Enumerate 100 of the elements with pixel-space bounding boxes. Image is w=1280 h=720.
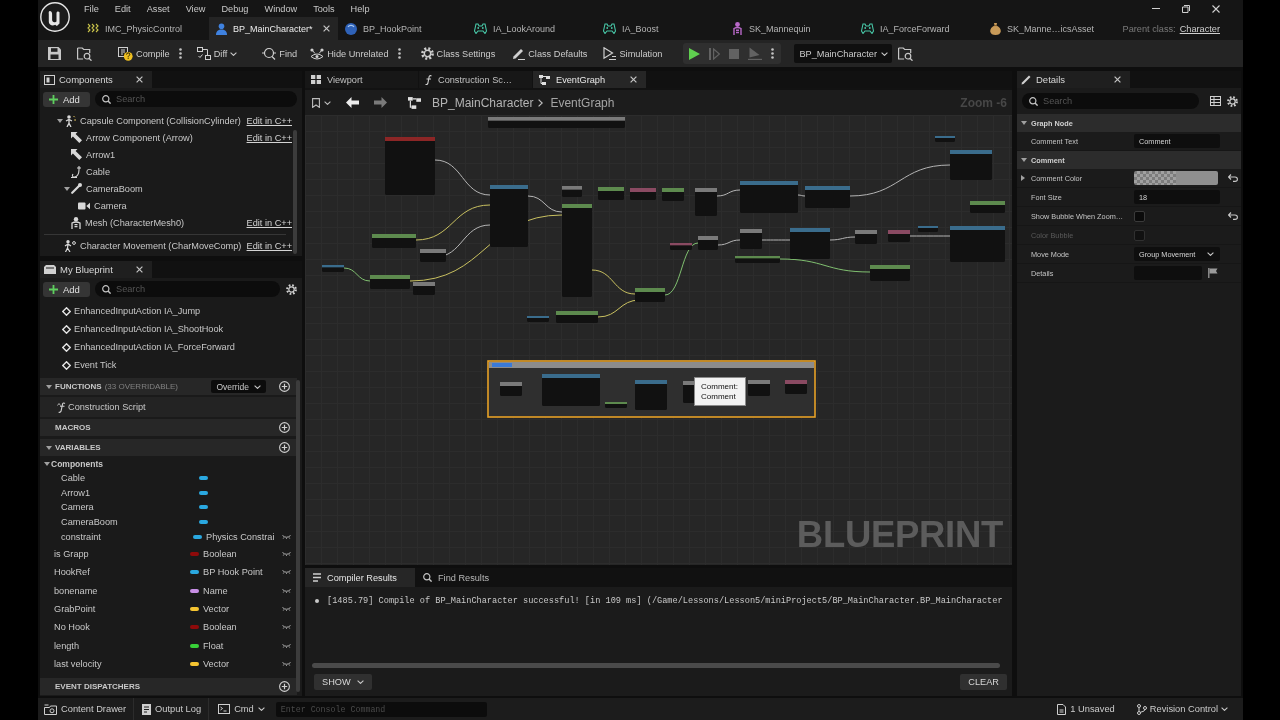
play-icon[interactable]: [689, 47, 701, 60]
override-dropdown[interactable]: Override: [211, 380, 266, 393]
show-dropdown[interactable]: SHOW: [314, 674, 372, 690]
graph-item[interactable]: EnhancedInputAction IA_ShootHook: [74, 324, 224, 334]
parent-class-link[interactable]: Character: [1179, 23, 1220, 34]
closed-eye-icon[interactable]: [282, 535, 291, 539]
variable-name[interactable]: Camera: [61, 502, 94, 513]
closed-eye-icon[interactable]: [282, 625, 291, 630]
edit-link[interactable]: Edit in C++: [246, 240, 292, 251]
edit-link[interactable]: Edit in C++: [246, 217, 292, 228]
close-icon[interactable]: [630, 76, 637, 83]
component-item[interactable]: Capsule Component (CollisionCylinder): [80, 115, 241, 126]
closed-eye-icon[interactable]: [282, 552, 291, 557]
flag-icon[interactable]: [1208, 268, 1218, 278]
triangle-down-icon[interactable]: [44, 461, 50, 466]
reset-arrow-icon[interactable]: [1228, 212, 1238, 220]
section-header[interactable]: VARIABLES: [40, 439, 297, 456]
menu-item[interactable]: Debug: [213, 0, 257, 17]
search-field[interactable]: Search: [1022, 93, 1199, 109]
search-field[interactable]: Search: [95, 91, 297, 107]
closed-eye-icon[interactable]: [282, 588, 291, 593]
document-tab[interactable]: Viewport: [305, 71, 418, 88]
close-icon[interactable]: [1212, 4, 1220, 13]
debug-object-dropdown[interactable]: BP_MainCharacter: [794, 44, 892, 63]
close-icon[interactable]: [136, 76, 143, 83]
gear-icon[interactable]: [286, 283, 297, 295]
class-defaults-button[interactable]: Class Defaults: [512, 43, 588, 64]
panel-tab[interactable]: My Blueprint: [40, 261, 152, 278]
class-settings-button[interactable]: Class Settings: [420, 43, 496, 64]
status-bar-button[interactable]: Content Drawer: [44, 698, 135, 720]
simulation-button[interactable]: Simulation: [603, 43, 663, 64]
variable-name[interactable]: bonename: [54, 585, 98, 596]
closed-eye-icon[interactable]: [282, 643, 291, 648]
caret-icon[interactable]: [324, 100, 331, 105]
menu-item[interactable]: Asset: [138, 0, 178, 17]
closed-eye-icon[interactable]: [282, 661, 291, 666]
close-icon[interactable]: [1114, 76, 1121, 83]
triangle-down-icon[interactable]: [46, 384, 52, 389]
bookmark-icon[interactable]: [312, 97, 320, 108]
folder-search-icon[interactable]: [77, 46, 92, 61]
component-item[interactable]: Camera: [94, 200, 127, 211]
breadcrumb-item[interactable]: EventGraph: [550, 95, 615, 110]
scrollbar-thumb[interactable]: [312, 663, 1000, 668]
add-button[interactable]: Add: [43, 91, 90, 107]
component-item[interactable]: Arrow1: [86, 149, 116, 160]
editor-tab[interactable]: IA_ForceForward: [854, 17, 983, 40]
closed-eye-icon[interactable]: [282, 570, 291, 575]
table-icon[interactable]: [1210, 96, 1221, 106]
close-icon[interactable]: [323, 25, 330, 32]
compile-button[interactable]: Compile: [118, 43, 170, 64]
panel-tab[interactable]: Compiler Results: [305, 568, 415, 587]
add-button[interactable]: Add: [43, 281, 90, 297]
search-field[interactable]: Search: [95, 281, 280, 297]
more-options-icon[interactable]: [397, 48, 401, 59]
panel-tab[interactable]: Components: [40, 71, 152, 88]
revision-control-button[interactable]: Revision Control: [1136, 703, 1228, 715]
save-icon[interactable]: [48, 47, 61, 60]
section-header[interactable]: MACROS: [40, 419, 297, 436]
variable-name[interactable]: CameraBoom: [61, 516, 118, 527]
add-circle-icon[interactable]: [279, 681, 290, 693]
editor-tab[interactable]: BP_HookPoint: [338, 17, 467, 40]
triangle-down-icon[interactable]: [1021, 158, 1027, 162]
add-circle-icon[interactable]: [279, 422, 290, 433]
gear-icon[interactable]: [1227, 95, 1238, 107]
panel-tab[interactable]: Find Results: [415, 568, 500, 587]
editor-tab[interactable]: SK_Manne…icsAsset: [983, 17, 1112, 40]
close-icon[interactable]: [136, 266, 143, 273]
breadcrumb-item[interactable]: BP_MainCharacter: [432, 95, 534, 110]
function-row[interactable]: Construction Script: [40, 397, 297, 417]
triangle-down-icon[interactable]: [1021, 121, 1027, 125]
status-bar-button[interactable]: Cmd: [218, 698, 265, 720]
variable-name[interactable]: Cable: [61, 473, 85, 484]
variable-name[interactable]: last velocity: [54, 658, 102, 669]
variable-name[interactable]: length: [54, 640, 80, 651]
editor-tab[interactable]: IMC_PhysicControl: [80, 17, 209, 40]
forward-arrow-icon[interactable]: [374, 97, 387, 108]
triangle-down-icon[interactable]: [46, 445, 52, 450]
more-options-icon[interactable]: [771, 48, 775, 59]
menu-item[interactable]: Help: [342, 0, 378, 17]
triangle-right-icon[interactable]: [1021, 175, 1025, 181]
component-item[interactable]: Mesh (CharacterMesh0): [85, 217, 185, 228]
folder-search-icon[interactable]: [898, 46, 913, 61]
component-item[interactable]: Cable: [86, 166, 110, 177]
editor-tab[interactable]: IA_Boost: [596, 17, 725, 40]
hide-unrelated-button[interactable]: Hide Unrelated: [310, 43, 389, 64]
unsaved-button[interactable]: 1 Unsaved: [1057, 703, 1115, 715]
reset-arrow-icon[interactable]: [1228, 174, 1238, 182]
panel-tab[interactable]: Details: [1017, 71, 1130, 88]
clear-button[interactable]: CLEAR: [960, 674, 1007, 690]
component-item[interactable]: Character Movement (CharMoveComp): [80, 240, 242, 251]
triangle-down-icon[interactable]: [57, 118, 63, 123]
closed-eye-icon[interactable]: [282, 607, 291, 612]
menu-item[interactable]: File: [76, 0, 107, 17]
variable-name[interactable]: constraint: [61, 532, 101, 542]
graph-item[interactable]: EnhancedInputAction IA_ForceForward: [74, 342, 235, 352]
scrollbar-thumb[interactable]: [293, 130, 297, 254]
variable-name[interactable]: No Hook: [54, 622, 90, 633]
scrollbar-thumb[interactable]: [296, 380, 300, 692]
section-header[interactable]: EVENT DISPATCHERS: [40, 678, 297, 696]
menu-item[interactable]: Window: [256, 0, 306, 17]
